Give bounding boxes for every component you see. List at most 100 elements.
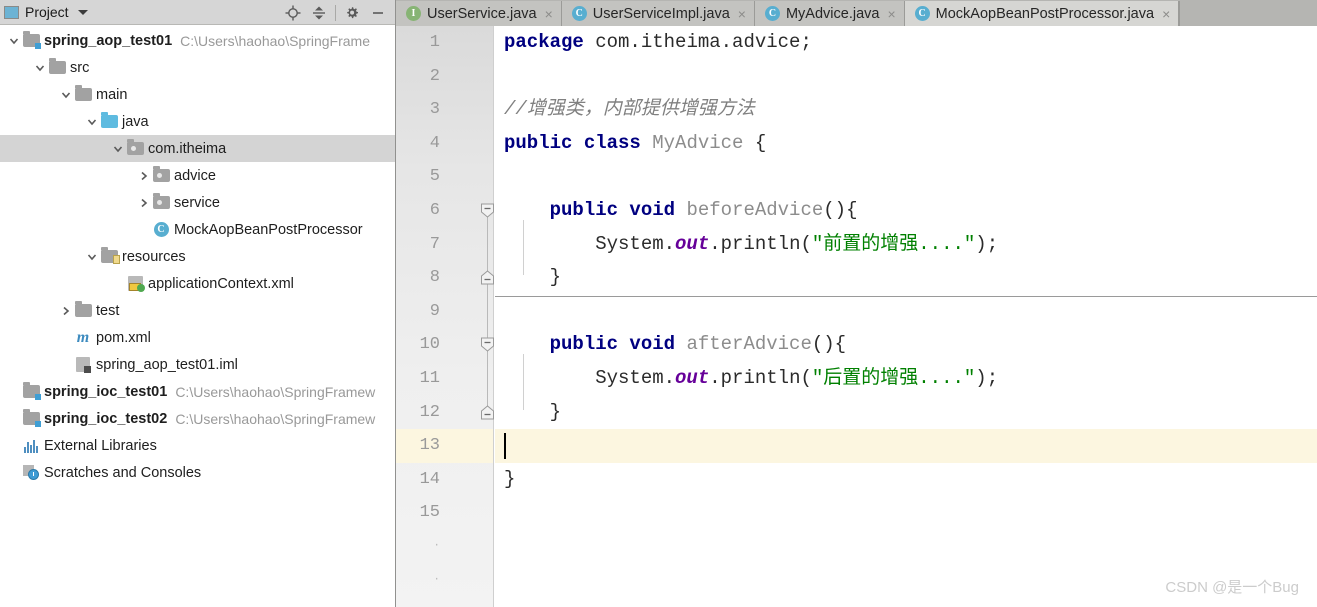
code-line[interactable]: System.out.println("前置的增强...."); [495,228,1317,262]
editor-tab[interactable]: I UserService.java × [396,1,562,26]
editor-tab-label: UserService.java [427,5,537,22]
code-token: System. [504,232,676,255]
fold-end-icon[interactable] [480,270,495,285]
tree-row[interactable]: spring_ioc_test01 C:\Users\haohao\SpringF… [0,378,395,405]
tree-row[interactable]: C MockAopBeanPostProcessor [0,216,395,243]
tree-row[interactable]: service [0,189,395,216]
tree-item-icon [22,409,41,427]
tree-item-label: advice [174,167,216,184]
package-folder-icon [126,139,144,155]
tree-item-label: applicationContext.xml [148,275,294,292]
tree-row[interactable]: advice [0,162,395,189]
tree-item-icon [126,276,145,292]
line-number: 13 [396,429,493,463]
editor-tab-bar: I UserService.java × C UserServiceImpl.java ×… [396,0,1317,26]
tree-row[interactable]: test [0,297,395,324]
fold-end-icon[interactable] [480,404,495,420]
tree-row[interactable]: com.itheima [0,135,395,162]
code-line[interactable]: public void afterAdvice(){ [495,328,1317,362]
tree-item-path: C:\Users\haohao\SpringFramew [175,410,376,427]
close-icon[interactable]: × [738,7,746,21]
code-token: MyAdvice [652,131,744,154]
editor-gutter[interactable]: 123456789101112131415···· [396,26,494,607]
chevron-right-icon[interactable] [136,195,152,211]
toolbar-divider [335,4,336,21]
code-line[interactable] [495,496,1317,530]
iml-module-icon [76,357,91,373]
editor-area: I UserService.java × C UserServiceImpl.java ×… [396,0,1317,607]
chevron-down-icon[interactable] [6,33,22,49]
tree-row[interactable]: java [0,108,395,135]
tree-item-icon [48,58,66,76]
line-number: 10 [419,335,440,355]
collapse-all-icon[interactable] [306,2,332,24]
tree-item-icon [152,193,170,211]
minimize-icon[interactable] [365,2,391,24]
code-line[interactable] [495,160,1317,194]
tree-row[interactable]: spring_ioc_test02 C:\Users\haohao\SpringF… [0,405,395,432]
editor-tab[interactable]: C MockAopBeanPostProcessor.java × [904,1,1180,26]
code-line[interactable] [495,295,1317,329]
tree-row[interactable]: External Libraries [0,432,395,459]
line-number: 2 [429,66,440,86]
close-icon[interactable]: × [545,7,553,21]
tree-row[interactable]: applicationContext.xml [0,270,395,297]
line-number: 12 [419,402,440,422]
tree-row[interactable]: resources [0,243,395,270]
tree-row[interactable]: spring_aop_test01.iml [0,351,395,378]
editor-tab[interactable]: C UserServiceImpl.java × [561,1,755,26]
code-line[interactable]: } [495,396,1317,430]
code-folding-rail[interactable] [480,26,496,607]
chevron-down-icon[interactable] [77,9,88,15]
tree-item-label: spring_ioc_test01 [44,383,168,400]
chevron-right-icon[interactable] [136,168,152,184]
code-line[interactable]: public void beforeAdvice(){ [495,194,1317,228]
tree-row[interactable]: m pom.xml [0,324,395,351]
csdn-watermark: CSDN @是一个Bug [1165,579,1299,596]
chevron-down-icon[interactable] [110,141,126,157]
java-class-icon: C [153,222,169,237]
line-number: 8 [429,268,440,288]
project-title-group[interactable]: Project [0,4,88,20]
chevron-down-icon[interactable] [58,87,74,103]
chevron-right-icon[interactable] [58,303,74,319]
code-line[interactable] [495,429,1317,463]
code-line[interactable]: } [495,261,1317,295]
editor-body: 123456789101112131415···· package com.it… [396,26,1317,607]
tree-item-label: External Libraries [44,437,157,454]
code-token: } [504,266,562,289]
chevron-down-icon[interactable] [32,60,48,76]
fold-collapse-icon[interactable] [480,203,495,218]
tree-item-icon [74,85,92,103]
tab-bar-filler [1179,1,1317,26]
java-class-icon: C [764,6,780,21]
code-line[interactable]: } [495,463,1317,497]
tree-item-icon [100,247,120,265]
code-line[interactable]: //增强类，内部提供增强方法 [495,93,1317,127]
code-line[interactable]: public class MyAdvice { [495,127,1317,161]
code-line[interactable]: package com.itheima.advice; [495,26,1317,60]
close-icon[interactable]: × [887,7,895,21]
locate-target-icon[interactable] [280,2,306,24]
code-text-area[interactable]: package com.itheima.advice; //增强类，内部提供增强方… [495,26,1317,607]
fold-collapse-icon[interactable] [480,337,495,353]
editor-tab[interactable]: C MyAdvice.java × [754,1,905,26]
tree-row[interactable]: src [0,54,395,81]
tree-item-icon [22,31,41,49]
project-tree[interactable]: spring_aop_test01 C:\Users\haohao\SpringF… [0,25,395,486]
module-folder-icon [22,382,41,400]
tree-row[interactable]: spring_aop_test01 C:\Users\haohao\SpringF… [0,27,395,54]
close-icon[interactable]: × [1162,7,1170,21]
chevron-down-icon[interactable] [84,114,100,130]
tree-row[interactable]: main [0,81,395,108]
code-line[interactable] [495,60,1317,94]
code-line[interactable]: System.out.println("后置的增强...."); [495,362,1317,396]
method-separator [495,296,1317,298]
code-token: afterAdvice [686,333,812,356]
chevron-down-icon[interactable] [84,249,100,265]
settings-gear-icon[interactable] [339,2,365,24]
tree-row[interactable]: Scratches and Consoles [0,459,395,486]
tree-item-path: C:\Users\haohao\SpringFrame [180,32,371,49]
